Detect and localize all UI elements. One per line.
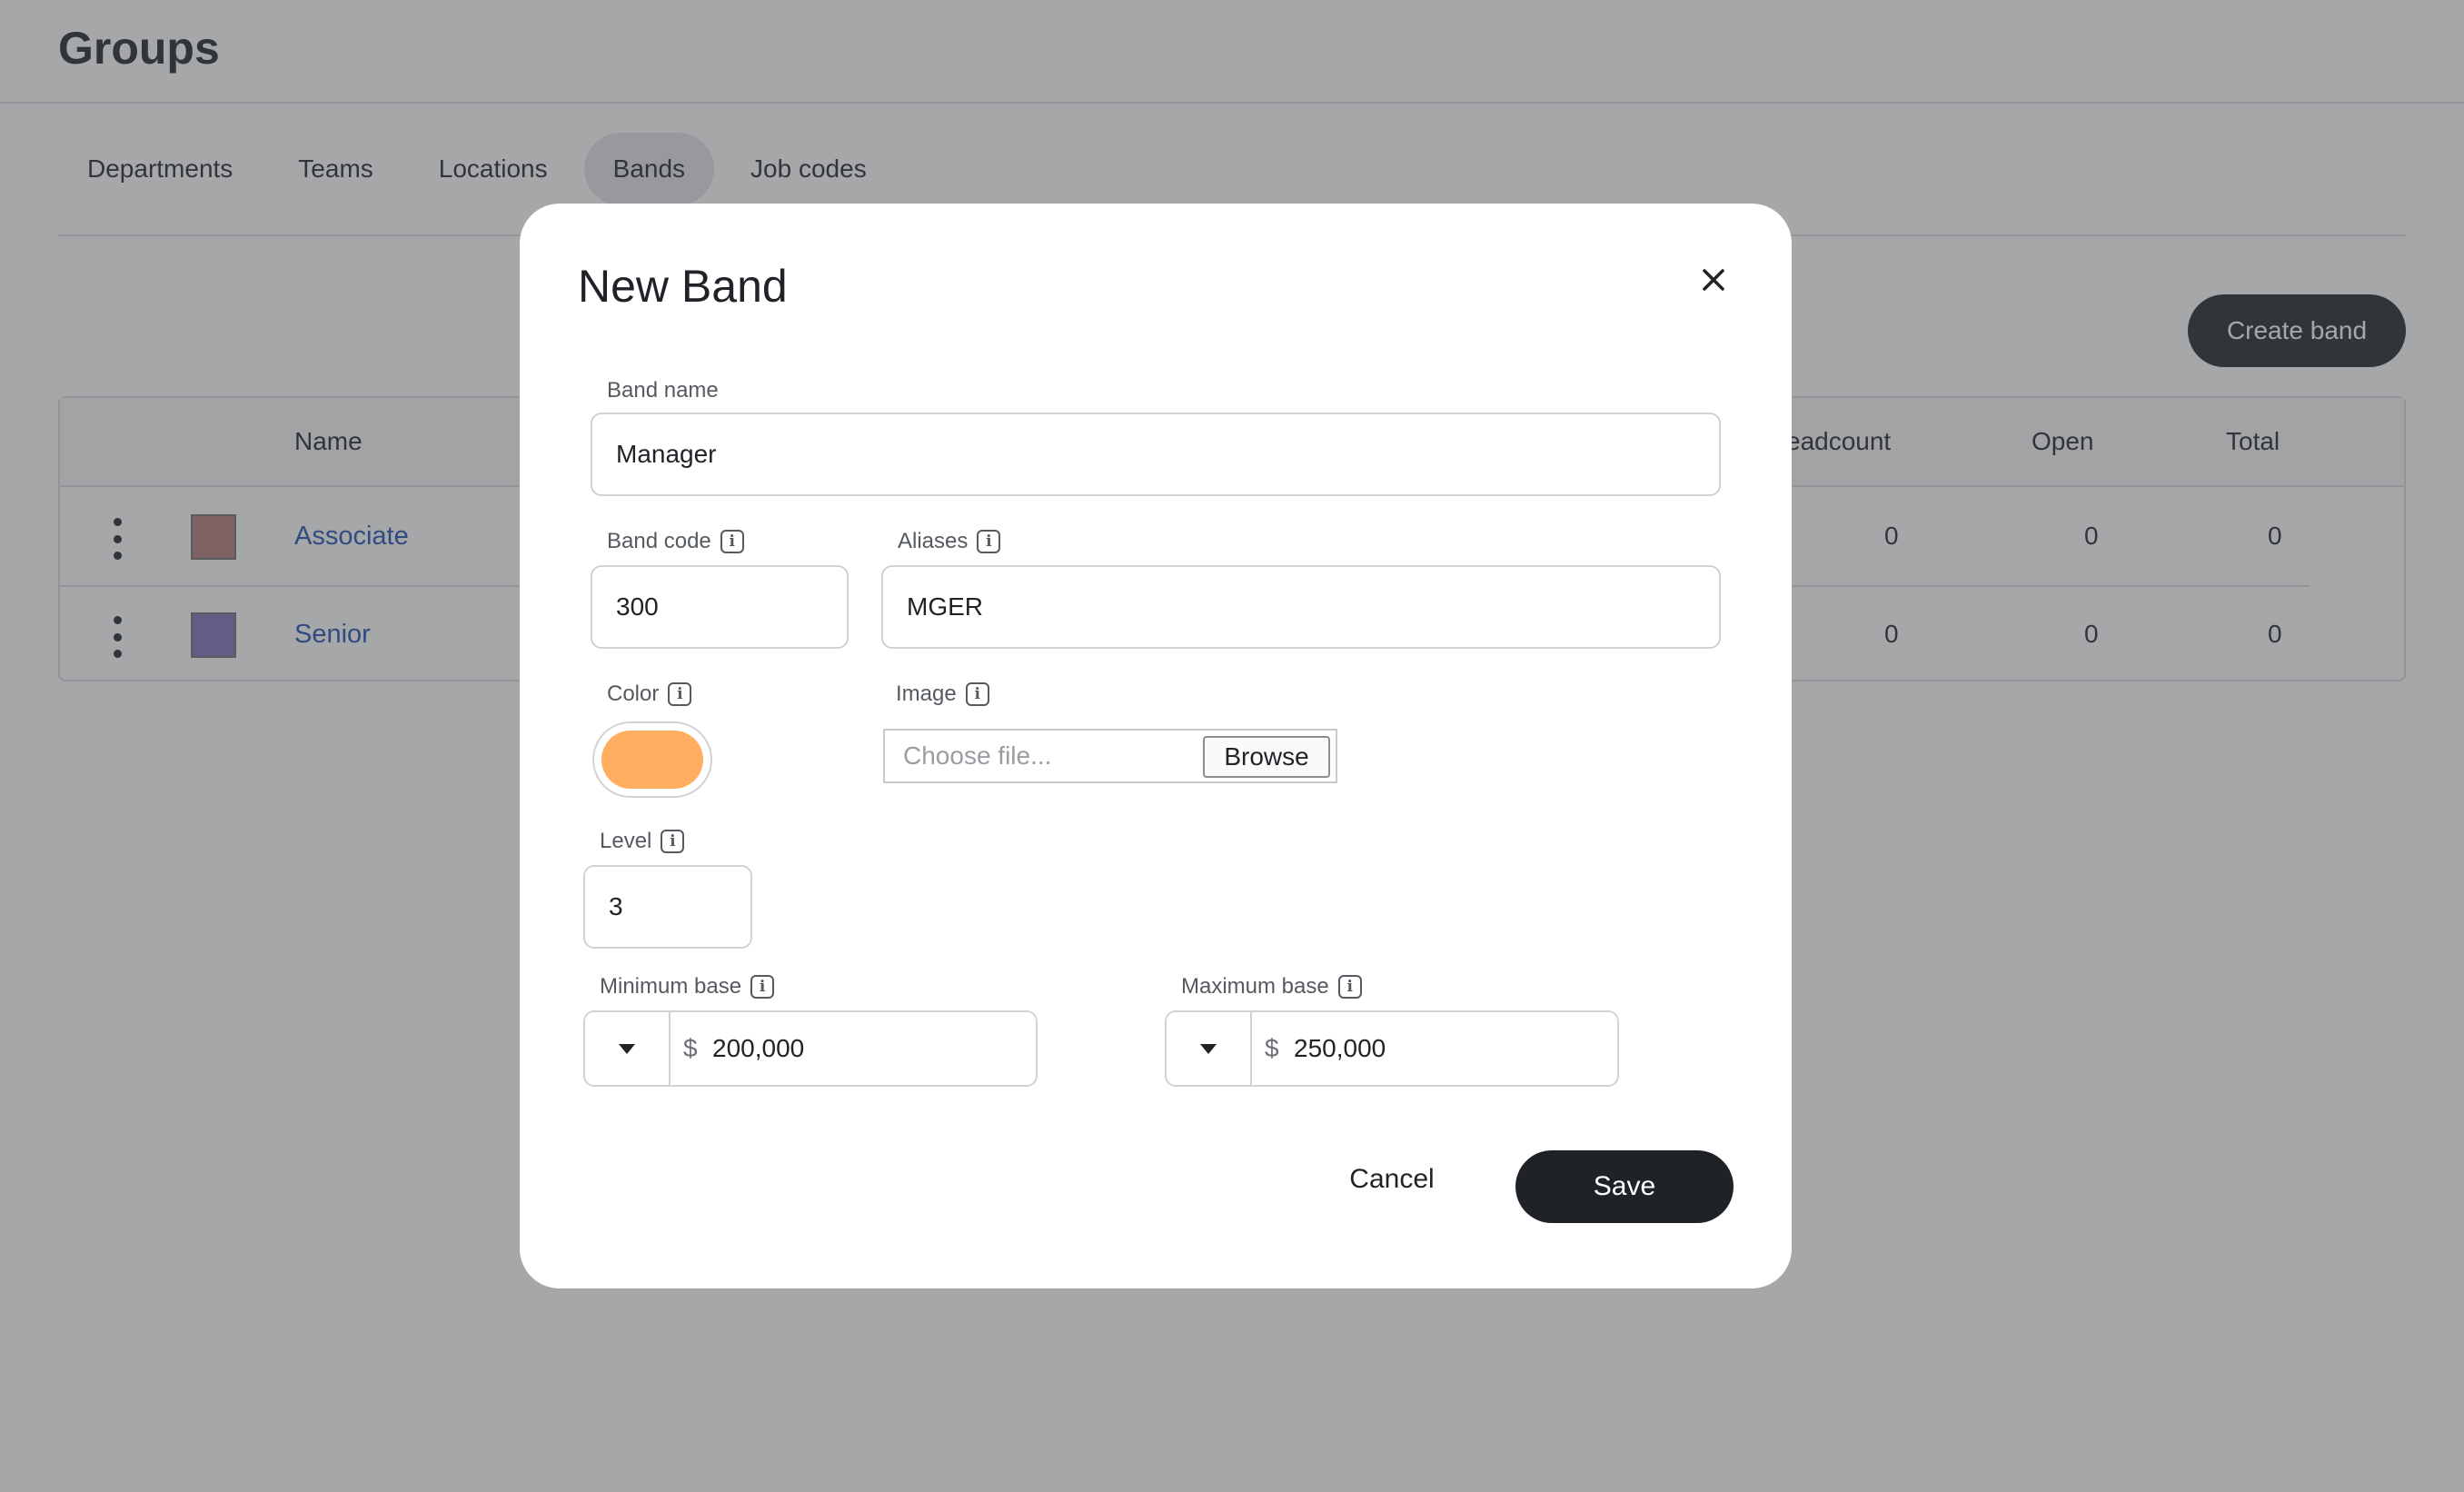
chevron-down-icon [1200, 1043, 1217, 1054]
currency-dropdown[interactable] [1167, 1012, 1252, 1085]
band-code-input[interactable]: 300 [591, 565, 849, 649]
close-icon[interactable] [1695, 262, 1732, 298]
minimum-base-input[interactable]: 200,000 [712, 1034, 804, 1063]
info-icon[interactable]: i [1337, 975, 1362, 999]
level-label: Level i [600, 829, 685, 854]
info-icon[interactable]: i [720, 530, 744, 553]
maximum-base-field: $ 250,000 [1165, 1010, 1619, 1087]
level-input[interactable]: 3 [583, 865, 752, 949]
currency-dropdown[interactable] [585, 1012, 671, 1085]
save-button[interactable]: Save [1515, 1150, 1734, 1223]
minimum-base-label: Minimum base i [600, 974, 775, 1000]
info-icon[interactable]: i [668, 682, 692, 706]
file-placeholder: Choose file... [903, 741, 1052, 770]
band-name-label: Band name [607, 378, 719, 403]
aliases-input[interactable]: MGER [881, 565, 1721, 649]
selected-color-swatch [601, 731, 703, 789]
currency-symbol: $ [683, 1034, 698, 1062]
image-file-input[interactable]: Choose file... Browse [883, 729, 1337, 783]
info-icon[interactable]: i [977, 530, 1001, 553]
browse-button[interactable]: Browse [1203, 736, 1330, 778]
aliases-label: Aliases i [898, 529, 1001, 554]
info-icon[interactable]: i [965, 682, 989, 706]
band-name-input[interactable]: Manager [591, 413, 1721, 496]
color-picker[interactable] [592, 721, 712, 798]
currency-symbol: $ [1265, 1034, 1279, 1062]
band-code-label: Band code i [607, 529, 744, 554]
dialog-title: New Band [578, 261, 788, 312]
color-label: Color i [607, 681, 692, 707]
chevron-down-icon [619, 1043, 635, 1054]
cancel-button[interactable]: Cancel [1328, 1152, 1456, 1207]
image-label: Image i [896, 681, 989, 707]
minimum-base-field: $ 200,000 [583, 1010, 1038, 1087]
maximum-base-label: Maximum base i [1181, 974, 1362, 1000]
new-band-dialog: New Band Band name Manager Band code i 3… [520, 204, 1792, 1288]
info-icon[interactable]: i [661, 830, 685, 853]
maximum-base-input[interactable]: 250,000 [1294, 1034, 1386, 1063]
info-icon[interactable]: i [750, 975, 775, 999]
